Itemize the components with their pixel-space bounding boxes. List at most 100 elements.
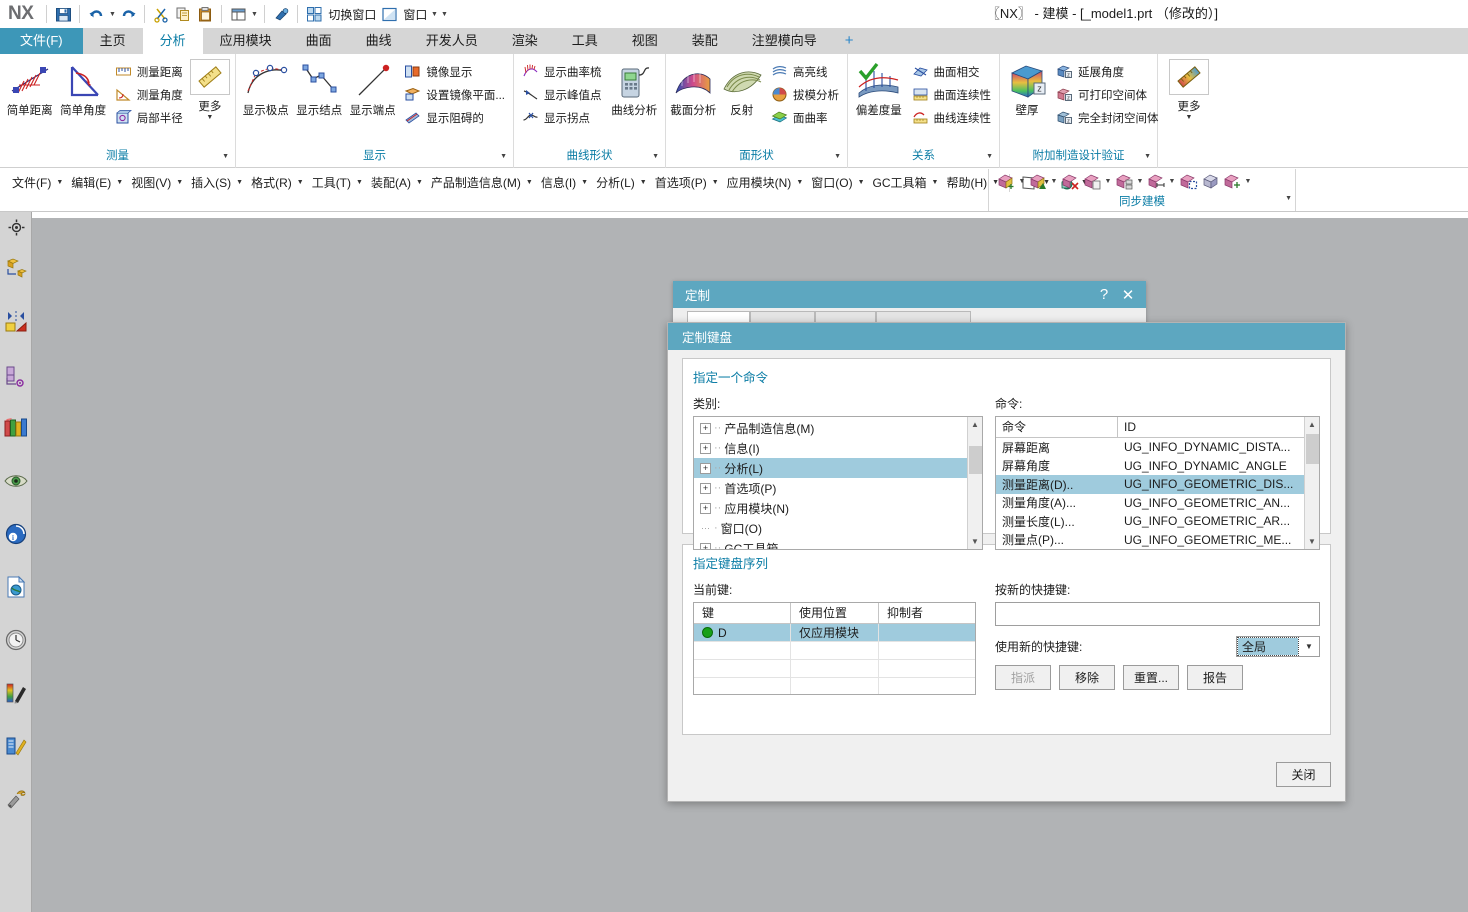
tab-analysis[interactable]: 分析 [142, 28, 203, 54]
table-row[interactable]: 屏幕角度 UG_INFO_DYNAMIC_ANGLE [996, 457, 1304, 476]
scroll-thumb[interactable] [1305, 434, 1319, 464]
table-row[interactable]: 测量距离(D).. UG_INFO_GEOMETRIC_DIS... [996, 475, 1304, 494]
roles-icon[interactable] [0, 666, 32, 719]
resize-face-caret[interactable]: ▼ [1135, 178, 1145, 185]
help-button[interactable]: ? [1092, 284, 1116, 306]
measure-angle-button[interactable]: 测量角度 [111, 83, 187, 106]
copy-face-icon[interactable] [1081, 170, 1103, 192]
face-curvature-button[interactable]: 面曲率 [767, 106, 843, 129]
menu-file[interactable]: 文件(F) ▼ [8, 174, 67, 191]
constraint-navigator-icon[interactable] [0, 242, 32, 295]
measure-more-box[interactable] [189, 59, 230, 95]
simple-distance-button[interactable]: 简单距离 [4, 57, 55, 118]
window-label[interactable]: 窗口 [400, 6, 429, 23]
remove-button[interactable]: 移除 [1059, 665, 1115, 690]
category-tree[interactable]: + ·· 产品制造信息(M) + ·· 信息(I) + ·· 分析(L) + ·… [693, 416, 983, 550]
close-button[interactable]: 关闭 [1276, 762, 1331, 787]
tab-curve[interactable]: 曲线 [349, 28, 409, 54]
key-header-where[interactable]: 使用位置 [791, 603, 879, 623]
peak-point-button[interactable]: 显示峰值点 [518, 83, 606, 106]
tab-file[interactable]: 文件(F) [0, 28, 83, 54]
ribbon-more-caret[interactable]: ▼ [1186, 114, 1193, 121]
wall-thickness-button[interactable]: z 壁厚 [1004, 57, 1050, 118]
category-scrollbar[interactable]: ▲ ▼ [967, 417, 982, 549]
ui-preferences-icon[interactable] [0, 719, 32, 772]
curve-continuity-button[interactable]: 曲线连续性 [908, 106, 996, 129]
assembly-navigator-icon[interactable] [0, 212, 32, 242]
tab-mold-wizard[interactable]: 注塑模向导 [735, 28, 834, 54]
curve-analysis-button[interactable]: 曲线分析 [608, 57, 662, 118]
menu-application[interactable]: 应用模块(N) ▼ [723, 174, 808, 191]
menu-gc-toolbox[interactable]: GC工具箱 ▼ [869, 174, 943, 191]
copy-icon[interactable] [172, 3, 194, 25]
table-row[interactable] [694, 641, 975, 660]
resize-face-icon[interactable] [1113, 170, 1135, 192]
menu-pmi[interactable]: 产品制造信息(M) ▼ [427, 174, 537, 191]
window-icon[interactable] [378, 3, 400, 25]
scroll-track[interactable] [1304, 432, 1319, 534]
table-row[interactable] [694, 659, 975, 678]
chevron-down-icon[interactable]: ▼ [1299, 636, 1319, 657]
expand-icon[interactable]: + [700, 462, 711, 474]
ribbon-more-button[interactable]: 更多 ▼ [1166, 57, 1212, 121]
category-row-window[interactable]: ··· · 窗口(O) [694, 518, 967, 538]
scroll-down-icon[interactable]: ▼ [1304, 534, 1319, 549]
layout-dropdown-caret[interactable]: ▼ [249, 11, 259, 18]
scroll-up-icon[interactable]: ▲ [1304, 417, 1319, 432]
move-face-caret[interactable]: ▼ [1017, 178, 1027, 185]
window-dropdown-caret[interactable]: ▼ [429, 11, 439, 18]
key-header-key[interactable]: 键 [694, 603, 791, 623]
paste-icon[interactable] [194, 3, 216, 25]
highlight-line-button[interactable]: 高亮线 [767, 60, 843, 83]
undo-dropdown-caret[interactable]: ▼ [107, 11, 117, 18]
brush-icon[interactable] [270, 3, 292, 25]
table-row[interactable] [694, 678, 975, 694]
set-mirror-plane-button[interactable]: 设置镜像平面... [400, 83, 509, 106]
show-poles-button[interactable]: 显示极点 [240, 57, 291, 118]
table-row[interactable]: 屏幕距离 UG_INFO_DYNAMIC_DISTA... [996, 438, 1304, 457]
system-scene-icon[interactable] [0, 560, 32, 613]
qat-overflow-caret[interactable]: ▼ [439, 11, 449, 18]
category-row-preferences[interactable]: + ·· 首选项(P) [694, 478, 967, 498]
new-shortcut-input[interactable] [995, 602, 1320, 626]
local-radius-button[interactable]: 局部半径 [111, 106, 187, 129]
reset-button[interactable]: 重置... [1123, 665, 1180, 690]
command-table[interactable]: 命令 ID 屏幕距离 UG_INFO_DYNAMIC_DISTA... 屏幕角度… [995, 416, 1320, 550]
sync-group-dialog-launcher[interactable]: ▼ [1285, 195, 1292, 202]
table-row[interactable]: D 仅应用模块 [694, 623, 975, 642]
table-row[interactable]: 测量角度(A)... UG_INFO_GEOMETRIC_AN... [996, 494, 1304, 513]
group-dialog-launcher[interactable]: ▼ [986, 149, 993, 165]
mirror-display-button[interactable]: 镜像显示 [400, 60, 509, 83]
expand-icon[interactable]: + [700, 482, 711, 494]
tab-assembly[interactable]: 装配 [675, 28, 735, 54]
offset-region-icon[interactable] [1145, 170, 1167, 192]
move-face-icon[interactable] [995, 170, 1017, 192]
system-materials-icon[interactable] [0, 613, 32, 666]
menu-edit[interactable]: 编辑(E) ▼ [67, 174, 127, 191]
current-keys-table[interactable]: 键 使用位置 抑制者 D 仅应用模块 [693, 602, 976, 695]
menu-format[interactable]: 格式(R) ▼ [247, 174, 308, 191]
menu-assembly[interactable]: 装配(A) ▼ [367, 174, 427, 191]
layout-icon[interactable] [227, 3, 249, 25]
deviation-gauge-button[interactable]: 偏差度量 [852, 57, 906, 118]
customize-icon[interactable] [0, 772, 32, 825]
printable-volume-button[interactable]: z 可打印空间体 [1052, 83, 1163, 106]
group-dialog-launcher[interactable]: ▼ [652, 149, 659, 165]
inflection-point-button[interactable]: 显示拐点 [518, 106, 606, 129]
replace-face-icon[interactable] [1177, 170, 1199, 192]
tab-add[interactable]: + [834, 28, 865, 54]
command-header-name[interactable]: 命令 [996, 417, 1118, 437]
hd3d-tools-icon[interactable] [0, 401, 32, 454]
assign-button[interactable]: 指派 [995, 665, 1051, 690]
expand-icon[interactable]: + [700, 542, 711, 549]
measure-more-button[interactable]: 更多 ▼ [189, 57, 231, 121]
redo-icon[interactable] [117, 3, 139, 25]
menu-view[interactable]: 视图(V) ▼ [127, 174, 187, 191]
scroll-thumb[interactable] [968, 446, 982, 474]
show-obstructed-button[interactable]: 显示阻碍的 [400, 106, 509, 129]
command-header-id[interactable]: ID [1118, 417, 1304, 437]
tab-developer[interactable]: 开发人员 [409, 28, 495, 54]
show-knots-button[interactable]: 显示结点 [293, 57, 344, 118]
tab-home[interactable]: 主页 [83, 28, 143, 54]
group-dialog-launcher[interactable]: ▼ [222, 149, 229, 165]
